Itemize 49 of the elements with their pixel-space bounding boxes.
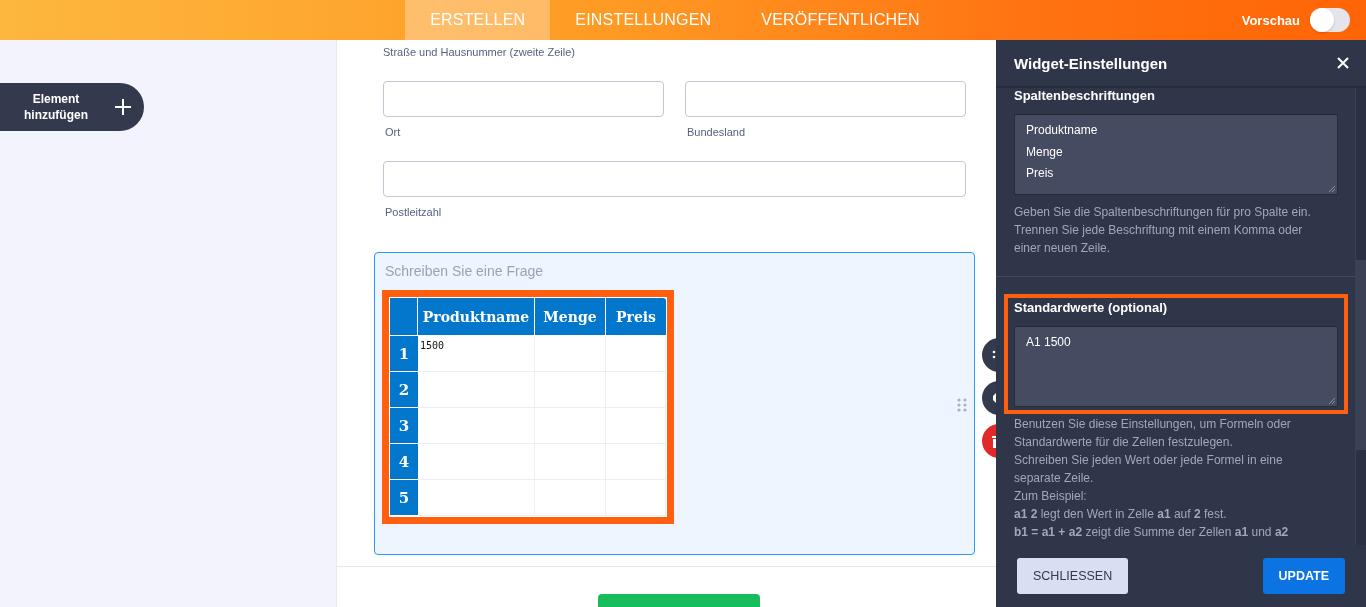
help-text: a1 2 legt den Wert in Zelle a1 auf 2 fest. [1014, 506, 1228, 523]
tool-button-icon[interactable] [982, 338, 996, 372]
table-cell [606, 336, 666, 372]
section-heading: Spaltenbeschriftungen [1014, 88, 1155, 104]
drag-handle-icon[interactable] [957, 398, 967, 412]
table-cell [535, 336, 606, 372]
settings-textarea[interactable]: Produktname Menge Preis [1014, 114, 1338, 195]
row-number: 5 [390, 480, 418, 516]
help-text: Zum Beispiel: [1014, 488, 1088, 505]
preview-toggle[interactable] [1310, 8, 1350, 32]
help-text: Trennen Sie jede Beschriftung mit einem Komma oder einer neuen Zeile. [1014, 222, 1304, 257]
column-header: Preis [606, 298, 666, 336]
help-text: b1 = a1 + a2 zeigt die Summe der Zellen a1 und a2 [1014, 524, 1290, 541]
add-element-button[interactable]: Element hinzufügen [0, 83, 144, 131]
column-header: Produktname [418, 298, 535, 336]
resize-grip-icon[interactable] [1329, 186, 1335, 192]
field-label: Ort [385, 125, 401, 139]
table-corner-cell [390, 298, 418, 336]
column-header: Menge [535, 298, 606, 336]
field-label: Bundesland [687, 125, 746, 139]
settings-textarea[interactable]: A1 1500 [1014, 326, 1338, 407]
field-label: Postleitzahl [385, 205, 442, 219]
row-number: 2 [390, 372, 418, 408]
resize-grip-icon[interactable] [1329, 398, 1335, 404]
question-card[interactable]: Schreiben Sie eine Frage Produktname Menge Preis 1 1500 2 3 4 5 [374, 252, 975, 555]
secondary-button[interactable]: SCHLIESSEN [1017, 558, 1129, 594]
section-heading: Standardwerte (optional) [1014, 300, 1168, 316]
scrollbar-thumb[interactable] [1356, 260, 1366, 450]
close-icon [1337, 57, 1349, 69]
text-input[interactable] [383, 161, 966, 197]
table-cell [606, 408, 666, 444]
table-cell [606, 480, 666, 516]
table-cell [606, 372, 666, 408]
field-label: Straße und Hausnummer (zweite Zeile) [383, 45, 575, 59]
table-cell [606, 444, 666, 480]
row-number: 3 [390, 408, 418, 444]
help-text: Schreiben Sie jeden Wert oder jede Formel in eine separate Zeile. [1014, 452, 1284, 487]
help-text: Benutzen Sie diese Einstellungen, um Formeln oder Standardwerte für die Zellen festzulegen. [1014, 416, 1292, 451]
row-number: 4 [390, 444, 418, 480]
primary-button[interactable]: UPDATE [1262, 558, 1345, 594]
help-text: Geben Sie die Spaltenbeschriftungen für pro Spalte ein. [1014, 204, 1312, 221]
plus-icon [114, 98, 132, 116]
preview-label: Vorschau [1241, 12, 1300, 28]
text-input[interactable] [383, 81, 664, 117]
row-number: 1 [390, 336, 418, 372]
panel-title: Widget-Einstellungen [1014, 54, 1168, 72]
text-input[interactable] [685, 81, 966, 117]
table-cell [535, 480, 606, 516]
table-cell: 1500 [418, 336, 535, 372]
